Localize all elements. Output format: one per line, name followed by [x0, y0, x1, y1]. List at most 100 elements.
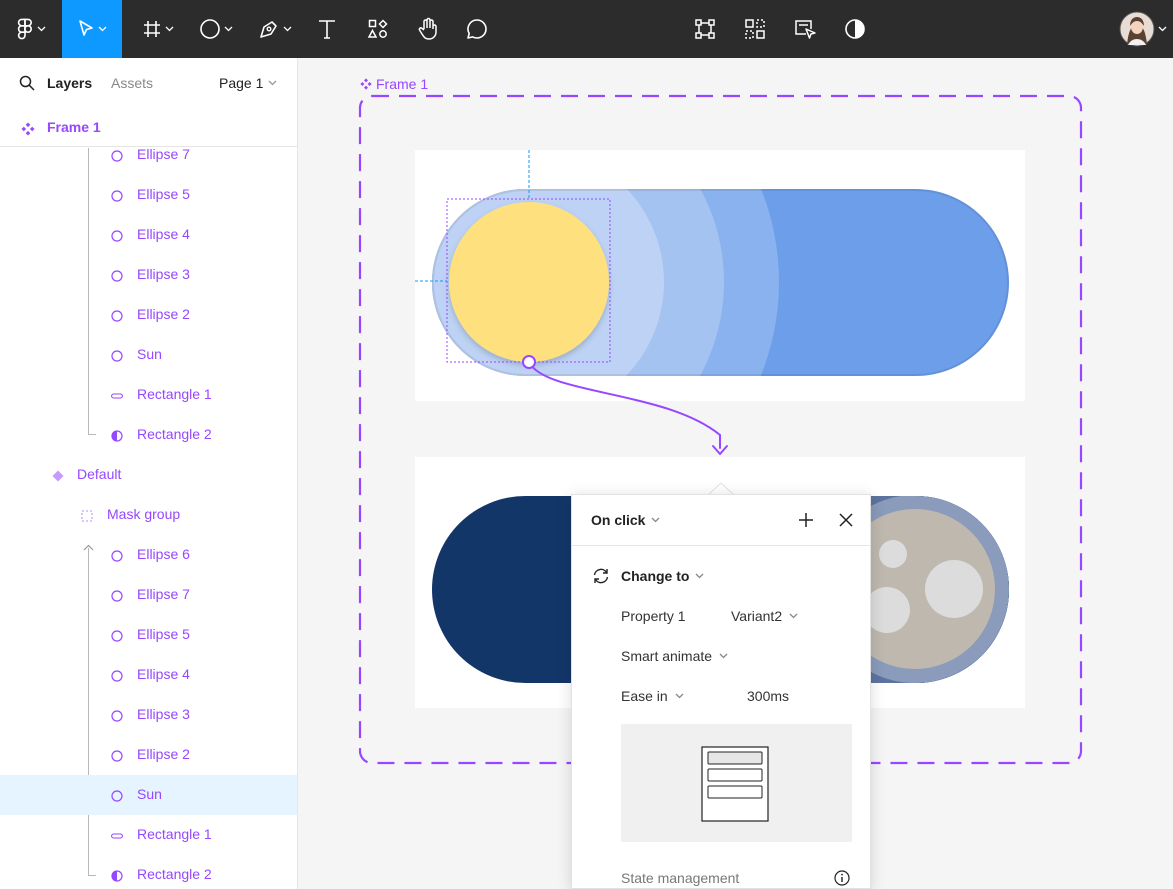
layer-row[interactable]: Rectangle 2	[0, 415, 297, 455]
half-circle-icon	[111, 429, 123, 445]
info-icon[interactable]	[834, 870, 850, 886]
text-t-icon	[319, 20, 335, 39]
vector-edit-icon	[695, 19, 715, 39]
rectangle-icon	[111, 389, 123, 405]
layer-label: Ellipse 2	[137, 306, 190, 322]
layer-label: Rectangle 2	[137, 426, 212, 442]
layer-row[interactable]: Rectangle 1	[0, 815, 297, 855]
prototype-tool-button[interactable]	[788, 0, 822, 58]
layer-row[interactable]: Ellipse 4	[0, 655, 297, 695]
layer-row[interactable]: Ellipse 5	[0, 175, 297, 215]
layer-row[interactable]: Rectangle 1	[0, 375, 297, 415]
ellipse-icon	[111, 309, 123, 325]
hand-icon	[418, 17, 437, 40]
property-value-dropdown[interactable]: Variant2	[731, 608, 798, 624]
frame-canvas-label-text: Frame 1	[376, 76, 429, 92]
animation-preview	[621, 724, 852, 842]
layer-label: Mask group	[107, 506, 181, 522]
layer-label: Sun	[137, 346, 162, 362]
layer-label: Sun	[137, 786, 162, 802]
close-icon[interactable]	[839, 513, 853, 527]
preview-frame-icon	[701, 746, 769, 822]
chevron-down-icon	[675, 693, 684, 699]
mask-tool-button[interactable]	[738, 0, 772, 58]
avatar	[1119, 11, 1154, 47]
ellipse-icon	[111, 549, 123, 565]
easing-label: Ease in	[621, 688, 668, 704]
layer-row[interactable]: Ellipse 2	[0, 735, 297, 775]
page-selector[interactable]: Page 1	[219, 75, 277, 91]
tab-layers[interactable]: Layers	[47, 75, 92, 91]
duration-field[interactable]: 300ms	[747, 688, 789, 704]
layer-label: Rectangle 1	[137, 386, 212, 402]
comment-tool-button[interactable]	[459, 0, 495, 58]
frame-canvas-label[interactable]: Frame 1	[360, 76, 428, 92]
layer-row[interactable]: Mask group	[0, 495, 297, 535]
layer-row[interactable]: Ellipse 3	[0, 255, 297, 295]
layer-label: Ellipse 6	[137, 546, 190, 562]
add-icon[interactable]	[798, 512, 814, 528]
text-tool-button[interactable]	[310, 0, 344, 58]
layer-row[interactable]: Ellipse 2	[0, 295, 297, 335]
chevron-down-icon	[1158, 26, 1166, 32]
refresh-arrows-icon	[593, 568, 609, 584]
layer-row[interactable]: Ellipse 3	[0, 695, 297, 735]
panel-tabs: Layers Assets Page 1	[0, 58, 297, 108]
layer-row[interactable]: Ellipse 5	[0, 615, 297, 655]
moon-crater	[879, 540, 907, 568]
layer-row[interactable]: Sun	[0, 775, 297, 815]
sun-ellipse[interactable]	[449, 202, 609, 362]
action-dropdown[interactable]: Change to	[621, 568, 704, 584]
resources-tool-button[interactable]	[360, 0, 396, 58]
interaction-popup: On click Change to Property 1 Variant2 S…	[571, 494, 871, 889]
chevron-down-icon	[695, 573, 704, 579]
move-tool-button[interactable]	[62, 0, 122, 58]
layer-row[interactable]: Ellipse 7	[0, 135, 297, 175]
layer-label: Ellipse 4	[137, 226, 190, 242]
easing-dropdown[interactable]: Ease in	[621, 688, 684, 704]
chevron-down-icon	[719, 653, 728, 659]
layers-panel: Layers Assets Page 1 Frame 1 Ellipse 7 El…	[0, 58, 298, 889]
main-menu-button[interactable]	[0, 0, 62, 58]
layer-label: Ellipse 7	[137, 146, 190, 162]
page-selector-label: Page 1	[219, 75, 264, 91]
pen-tool-button[interactable]	[252, 0, 298, 58]
user-menu-button[interactable]	[1112, 0, 1173, 58]
connection-handle[interactable]	[522, 355, 536, 369]
component-tool-button[interactable]	[688, 0, 722, 58]
search-icon[interactable]	[19, 75, 35, 91]
trigger-label: On click	[591, 512, 646, 528]
hand-tool-button[interactable]	[410, 0, 446, 58]
ellipse-icon	[111, 629, 123, 645]
ellipse-icon	[111, 589, 123, 605]
ellipse-icon	[111, 669, 123, 685]
layer-row[interactable]: Ellipse 6	[0, 535, 297, 575]
resources-grid-icon	[367, 19, 388, 38]
ellipse-icon	[111, 229, 123, 245]
layer-row[interactable]: Rectangle 2	[0, 855, 297, 889]
layer-row[interactable]: Default	[0, 455, 297, 495]
variant-diamond-icon	[52, 469, 64, 485]
layer-label: Ellipse 3	[137, 266, 190, 282]
animation-label: Smart animate	[621, 648, 713, 664]
tab-assets[interactable]: Assets	[111, 75, 153, 91]
ellipse-icon	[111, 349, 123, 365]
layer-row[interactable]: Ellipse 7	[0, 575, 297, 615]
ellipse-icon	[111, 149, 123, 165]
contrast-icon	[845, 19, 865, 39]
cursor-arrow-icon	[79, 20, 93, 36]
animation-dropdown[interactable]: Smart animate	[621, 648, 728, 664]
layer-label: Ellipse 5	[137, 626, 190, 642]
shape-tool-button[interactable]	[193, 0, 239, 58]
property-value-label: Variant2	[731, 608, 783, 624]
prototype-connection[interactable]	[515, 350, 745, 470]
trigger-dropdown[interactable]: On click	[591, 512, 660, 528]
frame-tool-button[interactable]	[135, 0, 181, 58]
theme-toggle-button[interactable]	[838, 0, 872, 58]
layer-row[interactable]: Ellipse 4	[0, 215, 297, 255]
mask-group-icon	[81, 509, 93, 525]
ellipse-shape-icon	[200, 19, 220, 39]
layer-row[interactable]: Sun	[0, 335, 297, 375]
chevron-down-icon	[37, 26, 46, 32]
layer-label: Ellipse 3	[137, 706, 190, 722]
